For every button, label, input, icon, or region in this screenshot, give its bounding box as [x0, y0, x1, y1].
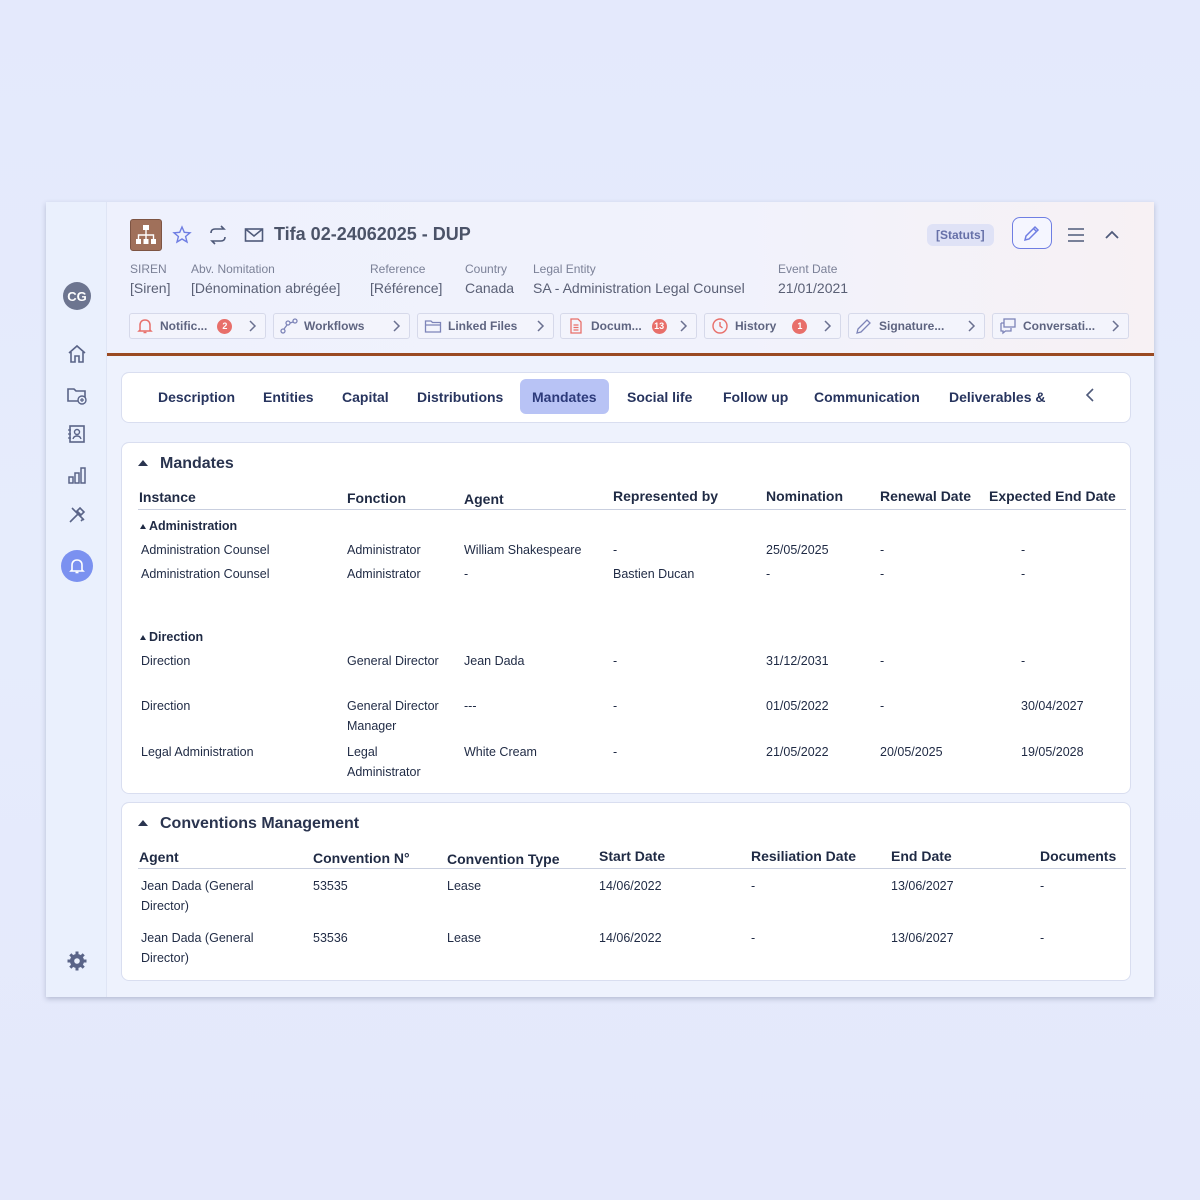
notifications-bell-button[interactable] — [61, 550, 93, 582]
collapse-triangle-icon — [140, 634, 146, 640]
col-fonction[interactable]: Fonction — [347, 490, 406, 506]
meta-country: Country Canada — [465, 262, 515, 296]
menu-icon[interactable] — [1065, 224, 1087, 246]
col-start-date[interactable]: Start Date — [599, 848, 665, 864]
pencil-icon — [1023, 225, 1040, 242]
org-chart-icon — [136, 225, 156, 244]
group-administration[interactable]: Administration — [138, 519, 237, 533]
col-instance[interactable]: Instance — [139, 489, 196, 505]
meta-reference: Reference [Référence] — [370, 262, 443, 296]
document-count-badge: 13 — [651, 318, 667, 334]
star-icon[interactable] — [171, 224, 193, 246]
chevron-up-icon[interactable] — [1101, 224, 1123, 246]
col-expected-end-date[interactable]: Expected End Date — [989, 488, 1116, 504]
chip-notifications[interactable]: Notific... 2 — [129, 313, 266, 339]
collapse-triangle-icon[interactable] — [138, 460, 148, 466]
tab-communication[interactable]: Communication — [802, 379, 932, 414]
col-renewal-date[interactable]: Renewal Date — [880, 488, 971, 504]
tab-entities[interactable]: Entities — [251, 379, 326, 414]
tab-social-life[interactable]: Social life — [615, 379, 704, 414]
col-agent[interactable]: Agent — [464, 491, 504, 507]
bell-icon — [69, 559, 85, 574]
group-direction[interactable]: Direction — [138, 630, 203, 644]
pen-icon — [856, 319, 871, 334]
chat-icon — [1000, 318, 1016, 335]
col-documents[interactable]: Documents — [1040, 848, 1116, 864]
left-rail: CG — [46, 202, 107, 997]
chevron-right-icon — [968, 320, 976, 332]
workflow-icon — [280, 318, 298, 334]
entity-logo — [130, 219, 162, 251]
clock-icon — [712, 318, 728, 334]
mail-icon[interactable] — [243, 224, 265, 246]
chevron-right-icon — [680, 320, 688, 332]
record-header: Tifa 02-24062025 - DUP [Statuts] SIREN [… — [107, 202, 1154, 356]
conventions-title: Conventions Management — [160, 815, 360, 832]
chart-icon[interactable] — [66, 464, 88, 486]
chevron-right-icon — [537, 320, 545, 332]
chip-conversations[interactable]: Conversati... — [992, 313, 1129, 339]
section-tabs: Description Entities Capital Distributio… — [121, 372, 1131, 423]
tab-deliverables[interactable]: Deliverables & — [937, 379, 1058, 414]
history-count-badge: 1 — [792, 318, 808, 334]
chip-history[interactable]: History 1 — [704, 313, 841, 339]
header-divider — [138, 509, 1126, 510]
chip-signature[interactable]: Signature... — [848, 313, 985, 339]
mandates-title: Mandates — [160, 455, 234, 472]
mandates-panel: Mandates Instance Fonction Agent Represe… — [121, 442, 1131, 794]
notification-count-badge: 2 — [217, 318, 233, 334]
edit-button[interactable] — [1012, 217, 1052, 249]
collapse-triangle-icon[interactable] — [138, 820, 148, 826]
meta-siren: SIREN [Siren] — [130, 262, 171, 296]
settings-gear-icon[interactable] — [66, 950, 88, 972]
tab-distributions[interactable]: Distributions — [405, 379, 515, 414]
tab-follow-up[interactable]: Follow up — [711, 379, 800, 414]
refresh-icon[interactable] — [207, 224, 229, 246]
conventions-panel: Conventions Management Agent Convention … — [121, 802, 1131, 981]
chevron-right-icon — [824, 320, 832, 332]
chevron-left-icon[interactable] — [1082, 386, 1100, 404]
main-area: Tifa 02-24062025 - DUP [Statuts] SIREN [… — [107, 202, 1154, 997]
col-end-date[interactable]: End Date — [891, 848, 952, 864]
chip-workflows[interactable]: Workflows — [273, 313, 410, 339]
collapse-triangle-icon — [140, 523, 146, 529]
contacts-icon[interactable] — [66, 423, 88, 445]
page-title: Tifa 02-24062025 - DUP — [274, 224, 471, 244]
tab-description[interactable]: Description — [146, 379, 247, 414]
user-avatar[interactable]: CG — [63, 282, 91, 310]
status-badge: [Statuts] — [927, 224, 994, 246]
app-window: CG Tifa 02-24062025 - DUP [Statuts] SIRE… — [46, 202, 1154, 997]
home-icon[interactable] — [66, 343, 88, 365]
chevron-right-icon — [393, 320, 401, 332]
folder-add-icon[interactable] — [66, 384, 88, 406]
chevron-right-icon — [249, 320, 257, 332]
col-agent[interactable]: Agent — [139, 849, 179, 865]
col-represented-by[interactable]: Represented by — [613, 488, 718, 504]
col-nomination[interactable]: Nomination — [766, 488, 843, 504]
tab-capital[interactable]: Capital — [330, 379, 401, 414]
folder-icon — [424, 320, 442, 333]
chip-documents[interactable]: Docum... 13 — [560, 313, 697, 339]
document-icon — [570, 318, 582, 334]
bell-icon — [137, 319, 153, 334]
tools-icon[interactable] — [66, 504, 88, 526]
header-divider — [138, 868, 1126, 869]
col-resiliation-date[interactable]: Resiliation Date — [751, 848, 856, 864]
meta-event-date: Event Date 21/01/2021 — [778, 262, 849, 296]
meta-abv-nomination: Abv. Nomitation [Dénomination abrégée] — [191, 262, 341, 296]
meta-legal-entity: Legal Entity SA - Administration Legal C… — [533, 262, 745, 296]
tab-mandates[interactable]: Mandates — [520, 379, 609, 414]
col-convention-type[interactable]: Convention Type — [447, 851, 560, 867]
col-convention-number[interactable]: Convention N° — [313, 850, 410, 866]
chip-linked-files[interactable]: Linked Files — [417, 313, 554, 339]
chevron-right-icon — [1112, 320, 1120, 332]
